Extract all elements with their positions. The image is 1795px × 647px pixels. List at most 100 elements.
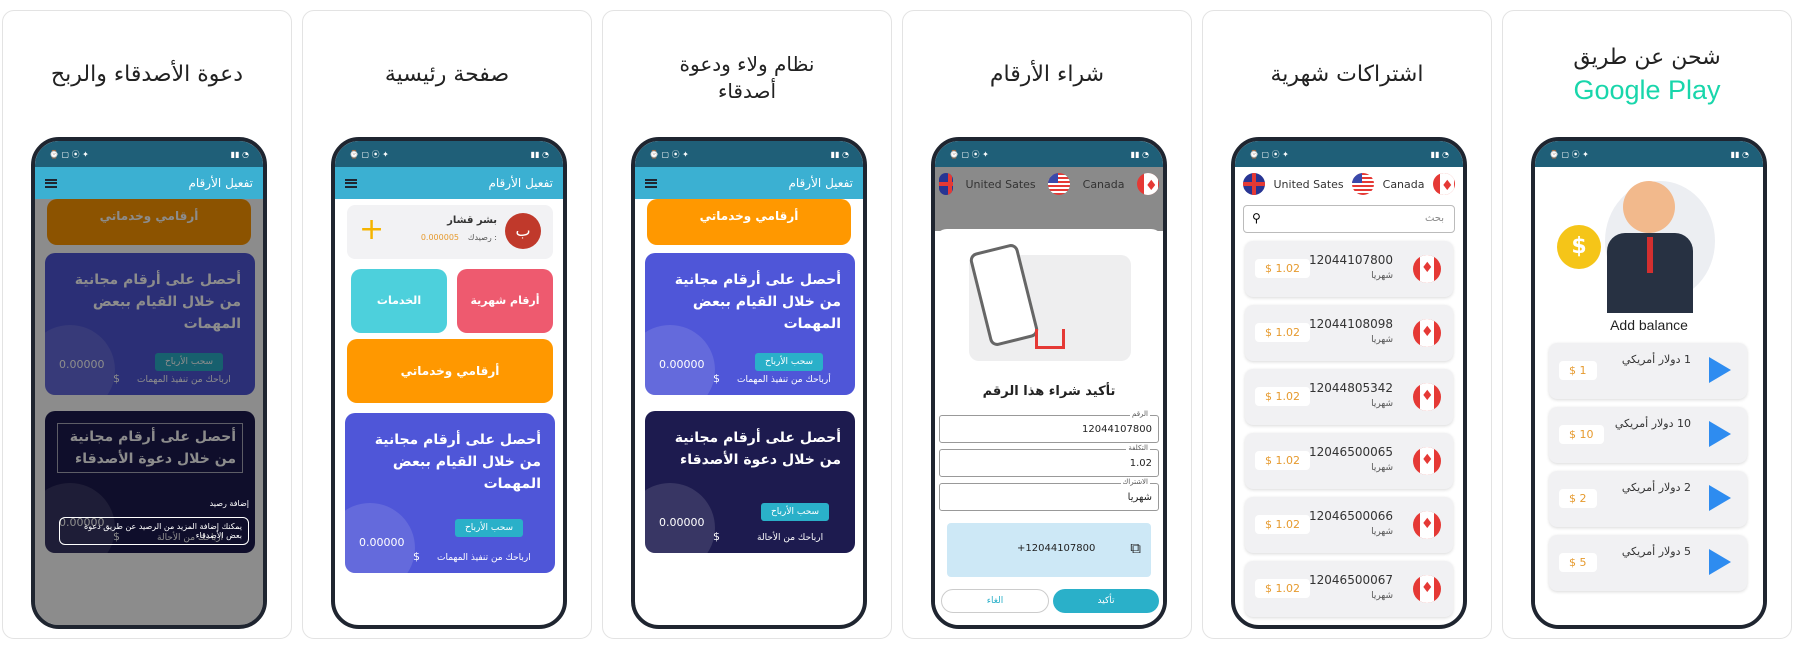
pay-option[interactable]: $ 2 2 دولار أمريكي [1549,471,1747,527]
add-balance-icon[interactable]: + [359,213,384,247]
pay-label: 1 دولار أمريكي [1621,353,1691,366]
withdraw-button[interactable]: سحب الأرباح [761,503,830,521]
caption-recharge: شحن عن طريق Google Play [1503,41,1791,107]
us-flag-icon[interactable] [1048,173,1071,195]
menu-icon[interactable] [645,178,657,188]
country-tab-canada[interactable]: Canada [1383,178,1425,191]
google-play-brand: Google Play [1573,75,1721,105]
number-row[interactable]: $ 1.02 12044805342 شهريا [1245,369,1453,425]
status-bar: ⌚ ▢ ⦿ ✦ ▮▮ ◔ [1535,141,1763,167]
app-bar: تفعيل الأرقام [35,167,263,199]
subscription-field[interactable]: الاشتراك شهريا [939,478,1159,511]
tasks-card[interactable]: أحصل على أرقام مجانية من خلال القيام ببع… [345,413,555,573]
menu-icon[interactable] [45,178,57,188]
subscription-label: الاشتراك [1120,478,1150,486]
country-tabs: United Sates Canada [935,167,1163,201]
play-store-icon [1709,485,1731,511]
app-title: تفعيل الأرقام [188,176,253,190]
number-field[interactable]: الرقم 12044107800 [939,410,1159,443]
canada-flag-icon[interactable] [1432,173,1455,195]
number-row[interactable]: $ 1.02 12046500067 شهريا [1245,561,1453,617]
avatar[interactable]: ب [505,213,541,249]
number-price: $ 1.02 [1255,579,1310,598]
search-icon: ⚲ [1252,211,1261,225]
canada-flag-icon[interactable] [1136,173,1159,195]
play-store-icon [1709,357,1731,383]
caption-subscriptions: اشتراكات شهرية [1270,62,1424,87]
period: شهريا [1371,399,1393,409]
status-bar: ⌚ ▢ ⦿ ✦ ▮▮ ◔ [35,141,263,167]
phone-frame: ⌚ ▢ ⦿ ✦▮▮ ◔ United Sates Canada تأكيد شر… [931,137,1167,629]
pay-price: $ 10 [1559,425,1604,444]
withdraw-button[interactable]: سحب الأرباح [755,353,824,371]
confirm-button[interactable]: تأكيد [1053,589,1159,613]
status-bar: ⌚ ▢ ⦿ ✦ ▮▮ ◔ [635,141,863,167]
search-input[interactable]: بحث [1425,213,1444,224]
tasks-currency: $ [713,372,720,385]
my-numbers-label: أرقامي وخدماتي [699,209,799,223]
search-box[interactable]: ⚲ بحث [1243,205,1455,233]
add-balance-hint: إضافة رصيد [209,499,249,508]
coin-icon: $ [1557,225,1601,269]
canada-flag-icon [1413,447,1441,475]
country-tabs: United Sates Canada [1235,167,1463,201]
number-price: $ 1.02 [1255,259,1310,278]
number-row[interactable]: $ 1.02 12044108098 شهريا [1245,305,1453,361]
withdraw-button[interactable]: سحب الأرباح [455,519,524,537]
period: شهريا [1371,463,1393,473]
panel-home: صفحة رئيسية ⌚ ▢ ⦿ ✦ ▮▮ ◔ تفعيل الأرقام + … [302,10,592,639]
menu-icon[interactable] [345,178,357,188]
invite-amount: 0.00000 [659,516,705,529]
pay-option[interactable]: $ 5 5 دولار أمريكي [1549,535,1747,591]
cost-field[interactable]: التكلفة 1.02 [939,444,1159,477]
copy-box[interactable]: +12044107800 ⧉ [947,523,1151,577]
phone-frame: ⌚ ▢ ⦿ ✦ ▮▮ ◔ تفعيل الأرقام + ب بشر قشار ر… [331,137,567,629]
phone-frame: ⌚ ▢ ⦿ ✦▮▮ ◔ United Sates Canada ⚲ بحث $ … [1231,137,1467,629]
confirm-title: تأكيد شراء هذا الرقم [982,384,1116,399]
tasks-currency: $ [413,550,420,563]
country-tab-us[interactable]: United Sates [965,178,1035,191]
my-numbers-tile[interactable]: أرقامي وخدماتي [647,199,851,245]
number-row[interactable]: $ 1.02 12044107800 شهريا [1245,241,1453,297]
uk-flag-icon[interactable] [1243,173,1265,195]
home-screen: + ب بشر قشار رصيدك : 0.000005 أرقام شهري… [335,199,563,625]
invite-screen: أرقامي وخدماتي أحصل على أرقام مجانية من … [35,199,263,625]
phone-frame: ⌚ ▢ ⦿ ✦ ▮▮ ◔ $ Add balance $ 1 1 دولار أم… [1531,137,1767,629]
my-numbers-label: أرقامي وخدماتي [400,364,500,378]
app-title: تفعيل الأرقام [488,176,553,190]
number-price: $ 1.02 [1255,515,1310,534]
status-bar: ⌚ ▢ ⦿ ✦ ▮▮ ◔ [935,141,1163,167]
country-tab-canada[interactable]: Canada [1083,178,1125,191]
country-tab-us[interactable]: United Sates [1273,178,1343,191]
invite-currency: $ [713,530,720,543]
pay-price: $ 1 [1559,361,1597,380]
period: شهريا [1371,527,1393,537]
uk-flag-icon[interactable] [939,173,953,195]
monthly-numbers-tile[interactable]: أرقام شهرية [457,269,553,333]
copy-icon[interactable]: ⧉ [1130,539,1141,557]
period: شهريا [1371,271,1393,281]
pay-option[interactable]: $ 10 10 دولار أمريكي [1549,407,1747,463]
panel-subscriptions: اشتراكات شهرية ⌚ ▢ ⦿ ✦ ▮▮ ◔ United Sates … [1202,10,1492,639]
number-row[interactable]: $ 1.02 12046500066 شهريا [1245,497,1453,553]
tie-icon [1647,237,1653,273]
tasks-card[interactable]: أحصل على أرقام مجانية من خلال القيام ببع… [645,253,855,395]
cancel-button[interactable]: الغاء [941,589,1049,613]
number-value: 12044107800 [1082,424,1152,435]
services-tile[interactable]: الخدمات [351,269,447,333]
phone-number: 12046500067 [1309,573,1393,587]
phone-frame: ⌚ ▢ ⦿ ✦ ▮▮ ◔ تفعيل الأرقام أرقامي وخدماتي… [631,137,867,629]
pay-option[interactable]: $ 1 1 دولار أمريكي [1549,343,1747,399]
phone-number: 12046500065 [1309,445,1393,459]
my-numbers-tile[interactable]: أرقامي وخدماتي [347,339,553,403]
canada-flag-icon [1413,383,1441,411]
number-row[interactable]: $ 1.02 12046500065 شهريا [1245,433,1453,489]
pay-label: 5 دولار أمريكي [1621,545,1691,558]
us-flag-icon[interactable] [1352,173,1375,195]
pay-price: $ 5 [1559,553,1597,572]
subscription-value: شهريا [1127,492,1152,503]
invite-card[interactable]: أحصل على أرقام مجانية من خلال دعوة الأصد… [645,411,855,553]
monthly-numbers-label: أرقام شهرية [470,294,540,307]
pay-label: 10 دولار أمريكي [1614,417,1691,430]
phone-frame: ⌚ ▢ ⦿ ✦ ▮▮ ◔ تفعيل الأرقام أرقامي وخدماتي… [31,137,267,629]
